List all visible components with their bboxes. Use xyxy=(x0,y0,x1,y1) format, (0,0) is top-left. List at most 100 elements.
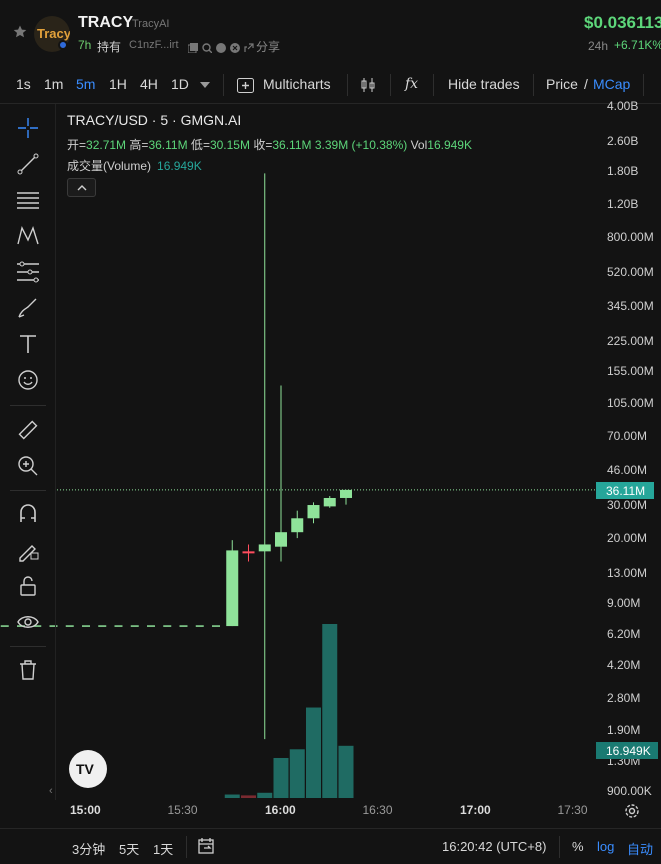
range-1d[interactable]: 1天 xyxy=(153,839,173,858)
interval-5m[interactable]: 5m xyxy=(76,76,95,92)
price-tick-label: 2.60B xyxy=(607,134,639,149)
interval-1h[interactable]: 1H xyxy=(109,76,127,92)
lock-icon[interactable] xyxy=(16,574,40,598)
price-tick-label: 800.00M xyxy=(607,230,654,245)
emoji-icon[interactable] xyxy=(16,368,40,392)
price-tick-label: 20.00M xyxy=(607,531,648,546)
price-tick-label: 46.00M xyxy=(607,463,648,478)
zoom-in-icon[interactable] xyxy=(16,454,40,478)
fib-icon[interactable] xyxy=(16,260,40,284)
token-symbol: TRACY xyxy=(78,14,134,31)
price-tick-label: 13.00M xyxy=(607,566,648,581)
tools-divider xyxy=(10,646,46,647)
tools-divider xyxy=(10,490,46,491)
lock-drawing-icon[interactable] xyxy=(16,538,40,562)
time-tick-label: 17:00 xyxy=(460,803,491,817)
share-label[interactable]: 分享 xyxy=(256,38,280,55)
interval-1m[interactable]: 1m xyxy=(44,76,63,92)
toggle-slash: / xyxy=(584,76,588,92)
volume-bar xyxy=(289,749,305,798)
price-chart[interactable] xyxy=(0,0,661,864)
interval-1d[interactable]: 1D xyxy=(171,76,189,92)
mcap-toggle[interactable]: MCap xyxy=(593,76,630,92)
price-toggle[interactable]: Price xyxy=(546,76,578,92)
toolbar-divider xyxy=(433,74,434,96)
token-header: Tracy TRACY TracyAI 7h 持有 C1nzF...irt 分享… xyxy=(0,0,661,66)
candle-body xyxy=(258,544,271,552)
bottom-divider xyxy=(559,836,560,858)
bottom-bar: 3分钟 5天 1天 16:20:42 (UTC+8) % log 自动 xyxy=(0,828,661,864)
magnet-icon[interactable] xyxy=(16,502,40,526)
toolbar-divider xyxy=(347,74,348,96)
volume-bar xyxy=(273,757,289,798)
candle-type-icon[interactable] xyxy=(360,77,376,93)
bottom-divider xyxy=(186,836,187,858)
trash-icon[interactable] xyxy=(16,658,40,682)
percent-toggle[interactable]: % xyxy=(572,839,584,854)
candle-body xyxy=(340,489,352,498)
add-chart-icon[interactable] xyxy=(237,78,254,93)
current-price-tag: 36.11M xyxy=(596,482,654,499)
ohlc-high: 36.11M xyxy=(148,138,188,152)
volume-legend[interactable]: 成交量(Volume) 16.949K xyxy=(67,157,202,174)
interval-4h[interactable]: 4H xyxy=(140,76,158,92)
interval-dropdown-icon[interactable] xyxy=(200,82,210,90)
hide-trades-button[interactable]: Hide trades xyxy=(448,76,520,92)
candle-body xyxy=(275,532,287,547)
date-range-icon[interactable] xyxy=(198,837,216,855)
pattern-icon[interactable] xyxy=(16,224,40,248)
candle-body xyxy=(307,505,320,519)
eye-icon[interactable] xyxy=(16,610,40,634)
holders-label[interactable]: 持有 xyxy=(97,38,121,55)
price-tick-label: 4.20M xyxy=(607,658,641,673)
ohlc-change: 3.39M (+10.38%) xyxy=(314,138,408,152)
ohlc-volume: 16.949K xyxy=(427,138,472,152)
change-period: 24h xyxy=(588,39,609,53)
text-tool-icon[interactable] xyxy=(16,332,40,356)
auto-toggle[interactable]: 自动 xyxy=(627,839,653,858)
volume-bar xyxy=(224,794,240,798)
toolbar-divider xyxy=(643,74,644,96)
scroll-left-icon[interactable]: ‹ xyxy=(49,785,53,797)
tradingview-logo[interactable]: TV xyxy=(69,750,107,788)
twitter-icon[interactable] xyxy=(230,40,240,53)
time-tick-label: 17:30 xyxy=(557,803,588,817)
clock-readout[interactable]: 16:20:42 (UTC+8) xyxy=(442,839,546,854)
toolbar-divider xyxy=(533,74,534,96)
horizontal-lines-icon[interactable] xyxy=(16,188,40,212)
star-icon[interactable] xyxy=(12,24,28,40)
interval-1s[interactable]: 1s xyxy=(16,76,31,92)
gear-icon[interactable] xyxy=(623,802,641,820)
volume-bar xyxy=(338,745,354,798)
trend-line-icon[interactable] xyxy=(16,152,40,176)
price-tick-label: 1.20B xyxy=(607,197,639,212)
share-icon[interactable] xyxy=(244,40,254,52)
ohlc-readout: 开=32.71M 高=36.11M 低=30.15M 收=36.11M 3.39… xyxy=(67,138,472,152)
ohlc-open: 32.71M xyxy=(86,138,127,152)
globe-icon[interactable] xyxy=(216,40,226,53)
volume-bar xyxy=(257,792,273,798)
price-tick-label: 4.00B xyxy=(607,99,639,113)
time-tick-label: 16:30 xyxy=(362,803,393,817)
price-tick-label: 1.80B xyxy=(607,164,639,179)
range-5d[interactable]: 5天 xyxy=(119,839,139,858)
current-volume-tag: 16.949K xyxy=(596,742,658,759)
copy-icon[interactable] xyxy=(187,40,198,54)
token-address[interactable]: C1nzF...irt xyxy=(129,39,179,51)
price-tick-label: 900.00K xyxy=(607,784,652,798)
change-value: +6.71K% xyxy=(614,38,661,52)
collapse-legend-button[interactable] xyxy=(67,178,96,197)
ruler-icon[interactable] xyxy=(16,418,40,442)
price-tick-label: 520.00M xyxy=(607,265,654,280)
volume-bar xyxy=(306,707,321,798)
current-price: $0.036113 xyxy=(584,13,661,32)
brush-icon[interactable] xyxy=(16,296,40,320)
crosshair-icon[interactable] xyxy=(16,116,40,140)
time-tick-label: 16:00 xyxy=(265,803,296,817)
search-icon[interactable] xyxy=(202,40,213,54)
range-3m[interactable]: 3分钟 xyxy=(72,839,105,858)
log-toggle[interactable]: log xyxy=(597,839,614,854)
candle-body xyxy=(226,550,239,627)
multicharts-button[interactable]: Multicharts xyxy=(263,76,331,92)
indicators-fx-button[interactable]: fx xyxy=(405,76,418,92)
